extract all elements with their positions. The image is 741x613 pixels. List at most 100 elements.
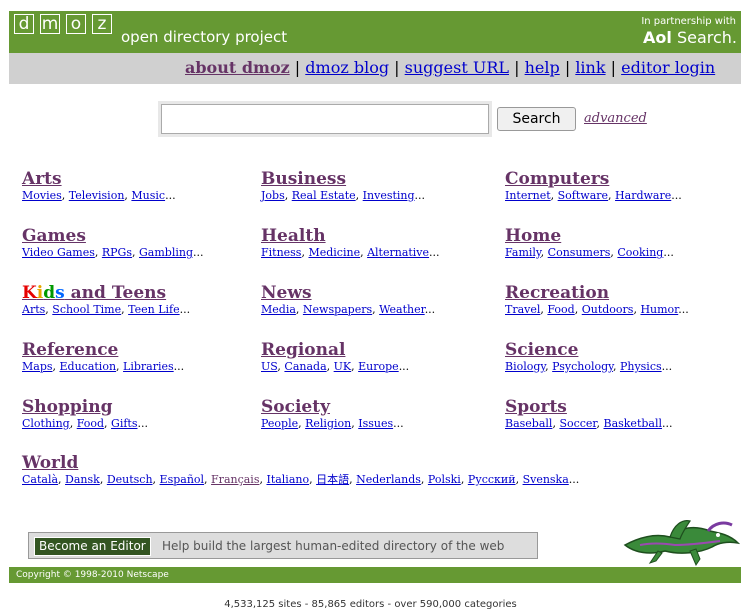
subcategory-link[interactable]: Biology xyxy=(505,360,545,373)
subcategory-link[interactable]: UK xyxy=(334,360,352,373)
subcategory-link[interactable]: Català xyxy=(22,473,58,486)
subcategory-link[interactable]: Jobs xyxy=(261,189,285,202)
subcategory-link[interactable]: Gambling xyxy=(139,246,193,259)
nav-help-link[interactable]: help xyxy=(525,58,560,77)
subcategory-link[interactable]: Alternative xyxy=(367,246,429,259)
logo-letter-z[interactable]: z xyxy=(92,14,112,34)
subcategory-link[interactable]: 日本語 xyxy=(316,473,349,486)
subcategory-link[interactable]: Polski xyxy=(428,473,461,486)
nav-about-link[interactable]: about dmoz xyxy=(185,58,290,77)
category-title[interactable]: Games xyxy=(22,226,203,246)
subcategory-link[interactable]: Europe xyxy=(358,360,399,373)
subcategory-link[interactable]: Libraries xyxy=(123,360,174,373)
subcategory-link[interactable]: People xyxy=(261,417,298,430)
subcategory-link[interactable]: Newspapers xyxy=(303,303,372,316)
subcategory-link[interactable]: Media xyxy=(261,303,296,316)
subcategory-link[interactable]: Dansk xyxy=(65,473,100,486)
category-title[interactable]: World xyxy=(22,453,579,473)
search-input[interactable] xyxy=(161,104,489,134)
subcategory-link[interactable]: Food xyxy=(77,417,104,430)
logo-letter-o[interactable]: o xyxy=(66,14,86,34)
subcategory-link[interactable]: Investing xyxy=(363,189,415,202)
category-regional: Regional US, Canada, UK, Europe... xyxy=(261,340,409,374)
category-title[interactable]: Kids and Teens xyxy=(22,283,190,303)
category-kids-and-teens: Kids and Teens Arts, School Time, Teen L… xyxy=(22,283,190,317)
become-editor-button[interactable]: Become an Editor xyxy=(34,537,151,556)
category-title[interactable]: Business xyxy=(261,169,425,189)
copyright-text[interactable]: Copyright © 1998-2010 Netscape xyxy=(16,569,169,581)
nav-separator: | xyxy=(514,58,520,77)
subcategory-link[interactable]: Gifts xyxy=(111,417,137,430)
subcategory-link[interactable]: Hardware xyxy=(615,189,671,202)
kids-title-rest: and Teens xyxy=(64,283,167,303)
search-button[interactable]: Search xyxy=(497,107,576,131)
subcategory-link[interactable]: Cooking xyxy=(617,246,663,259)
nav-separator: | xyxy=(564,58,571,77)
subcategory-link[interactable]: Basketball xyxy=(603,417,662,430)
subcategory-link[interactable]: Psychology xyxy=(552,360,613,373)
subcategory-link[interactable]: Clothing xyxy=(22,417,70,430)
advanced-search-link[interactable]: advanced xyxy=(584,111,647,126)
subcategory-link[interactable]: Music xyxy=(131,189,165,202)
subcategory-link[interactable]: Physics xyxy=(620,360,662,373)
aol-search-logo[interactable]: Aol Search. xyxy=(643,29,737,47)
category-title[interactable]: Shopping xyxy=(22,397,148,417)
subcategory-link[interactable]: Français xyxy=(211,473,259,486)
nav-editor-login-link[interactable]: editor login xyxy=(621,58,715,77)
nav-link-link[interactable]: link xyxy=(575,58,605,77)
partner-caption: In partnership with xyxy=(641,16,736,27)
nav-suggest-link[interactable]: suggest URL xyxy=(405,58,509,77)
subcategory-link[interactable]: Arts xyxy=(22,303,45,316)
logo-letter-m[interactable]: m xyxy=(40,14,60,34)
footer-bar: Copyright © 1998-2010 Netscape xyxy=(9,567,741,583)
category-title[interactable]: Health xyxy=(261,226,440,246)
category-home: Home Family, Consumers, Cooking... xyxy=(505,226,674,260)
subcategory-link[interactable]: Maps xyxy=(22,360,53,373)
subcategory-link[interactable]: Nederlands xyxy=(356,473,421,486)
subcategory-link[interactable]: Русский xyxy=(468,473,516,486)
subcategory-link[interactable]: Television xyxy=(69,189,125,202)
subcategory-link[interactable]: Svenska xyxy=(523,473,569,486)
category-title[interactable]: Science xyxy=(505,340,672,360)
subcategory-link[interactable]: Canada xyxy=(284,360,326,373)
subcategory-link[interactable]: Outdoors xyxy=(582,303,634,316)
subcategory-link[interactable]: Consumers xyxy=(548,246,611,259)
category-title[interactable]: Computers xyxy=(505,169,682,189)
directory-stats: 4,533,125 sites - 85,865 editors - over … xyxy=(224,599,517,610)
subcategory-link[interactable]: Issues xyxy=(358,417,393,430)
subcategory-link[interactable]: Weather xyxy=(379,303,425,316)
subcategory-link[interactable]: Deutsch xyxy=(107,473,153,486)
nav-blog-link[interactable]: dmoz blog xyxy=(305,58,389,77)
subcategory-link[interactable]: Soccer xyxy=(559,417,596,430)
category-title[interactable]: Reference xyxy=(22,340,184,360)
subcategory-link[interactable]: RPGs xyxy=(102,246,132,259)
subcategory-link[interactable]: Religion xyxy=(305,417,351,430)
category-title[interactable]: Home xyxy=(505,226,674,246)
subcategory-link[interactable]: Medicine xyxy=(308,246,360,259)
subcategory-link[interactable]: Fitness xyxy=(261,246,301,259)
logo-letter-d[interactable]: d xyxy=(14,14,34,34)
subcategory-link[interactable]: Español xyxy=(160,473,205,486)
subcategory-link[interactable]: Baseball xyxy=(505,417,552,430)
subcategory-link[interactable]: US xyxy=(261,360,277,373)
subcategory-link[interactable]: Video Games xyxy=(22,246,95,259)
subcategory-link[interactable]: Education xyxy=(60,360,117,373)
subcategory-link[interactable]: Humor xyxy=(640,303,678,316)
subcategory-link[interactable]: Family xyxy=(505,246,541,259)
subcategory-link[interactable]: Software xyxy=(558,189,608,202)
subcategory-link[interactable]: Italiano xyxy=(266,473,309,486)
category-title[interactable]: Regional xyxy=(261,340,409,360)
category-title[interactable]: Society xyxy=(261,397,404,417)
subcategory-link[interactable]: School Time xyxy=(52,303,121,316)
subcategory-link[interactable]: Internet xyxy=(505,189,551,202)
category-title[interactable]: Arts xyxy=(22,169,176,189)
category-title[interactable]: Recreation xyxy=(505,283,689,303)
subcategory-link[interactable]: Teen Life xyxy=(128,303,180,316)
category-title[interactable]: News xyxy=(261,283,435,303)
category-title[interactable]: Sports xyxy=(505,397,673,417)
subcategory-link[interactable]: Real Estate xyxy=(292,189,356,202)
subcategory-link[interactable]: Food xyxy=(547,303,574,316)
subcategory-link[interactable]: Travel xyxy=(505,303,540,316)
subcategory-list: Internet, Software, Hardware... xyxy=(505,189,682,202)
subcategory-link[interactable]: Movies xyxy=(22,189,62,202)
